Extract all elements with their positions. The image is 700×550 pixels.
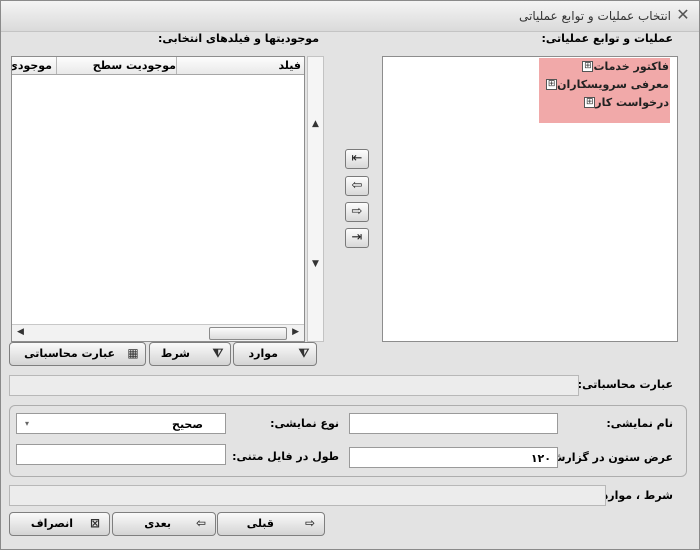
- window-title: انتخاب عملیات و توابع عملیاتی: [519, 9, 671, 23]
- cancel-icon: ⊠: [89, 516, 101, 530]
- text-file-length-input[interactable]: [16, 444, 226, 465]
- calculator-icon: ▦: [127, 346, 139, 360]
- arrow-left-icon: ⇦: [195, 516, 207, 530]
- tree-item-label: درخواست کار: [595, 95, 669, 109]
- expand-icon[interactable]: ⊞: [582, 60, 594, 72]
- condition-button[interactable]: ⧩ شرط: [149, 342, 231, 366]
- tree-item[interactable]: ⊞ فاکتور خدمات: [579, 58, 669, 74]
- condition-items-label: شرط ، موارد:: [598, 489, 673, 502]
- display-type-value: صحیح: [172, 418, 203, 431]
- filter-icon: ⧩: [212, 346, 224, 360]
- horizontal-scrollbar[interactable]: ◀ ▶: [12, 324, 304, 341]
- display-type-select[interactable]: ▾ صحیح: [16, 413, 226, 434]
- tree-item[interactable]: ⊞ معرفی سرویسکاران: [543, 76, 669, 92]
- filter-icon: ⧩: [298, 346, 310, 360]
- display-type-label: نوع نمایشی:: [270, 417, 339, 430]
- display-name-input[interactable]: [349, 413, 558, 434]
- column-header-stock[interactable]: موجودی: [12, 57, 56, 74]
- grid-header: فیلد موجودیت سطح موجودی: [12, 57, 304, 75]
- expand-icon[interactable]: ⊞: [546, 78, 558, 90]
- cancel-button-label: انصراف: [30, 517, 73, 530]
- scroll-left-icon[interactable]: ◀: [17, 327, 24, 337]
- remove-all-button[interactable]: ⇥: [345, 228, 369, 248]
- items-button[interactable]: ⧩ موارد: [233, 342, 317, 366]
- next-button[interactable]: ⇦ بعدی: [112, 512, 216, 536]
- text-file-length-label: طول در فایل متنی:: [232, 450, 339, 463]
- display-name-label: نام نمایشی:: [606, 417, 673, 430]
- column-header-field[interactable]: فیلد: [176, 57, 305, 74]
- previous-button-label: قبلی: [246, 517, 274, 530]
- next-button-label: بعدی: [144, 517, 171, 530]
- tree-item[interactable]: ⊞ درخواست کار: [581, 94, 669, 110]
- vertical-scrollbar[interactable]: ▲ ▼: [307, 56, 324, 342]
- condition-button-label: شرط: [160, 347, 190, 360]
- operations-panel-label: عملیات و توابع عملیاتی:: [541, 32, 673, 45]
- add-all-button[interactable]: ⇤: [345, 149, 369, 169]
- calc-button-label: عبارت محاسباتی: [24, 347, 115, 360]
- selected-fields-grid[interactable]: فیلد موجودیت سطح موجودی ◀ ▶: [11, 56, 305, 342]
- dialog-window: انتخاب عملیات و توابع عملیاتی ✕ عملیات و…: [0, 0, 700, 550]
- scroll-right-icon[interactable]: ▶: [292, 327, 299, 337]
- column-width-input[interactable]: ۱۲۰: [349, 447, 558, 468]
- tree-item-label: فاکتور خدمات: [593, 59, 669, 73]
- remove-button[interactable]: ⇨: [345, 202, 369, 222]
- scroll-up-icon[interactable]: ▲: [312, 119, 319, 129]
- operations-tree[interactable]: ⊞ فاکتور خدمات ⊞ معرفی سرویسکاران ⊞ درخو…: [382, 56, 678, 342]
- items-button-label: موارد: [248, 347, 278, 360]
- previous-button[interactable]: ⇨ قبلی: [217, 512, 325, 536]
- title-bar: انتخاب عملیات و توابع عملیاتی ✕: [1, 1, 699, 32]
- selected-panel-label: موجودیتها و فیلدهای انتخابی:: [158, 32, 319, 45]
- tree-item-label: معرفی سرویسکاران: [557, 77, 669, 91]
- column-header-entity-level[interactable]: موجودیت سطح: [56, 57, 180, 74]
- calc-expression-field[interactable]: [9, 375, 579, 396]
- chevron-down-icon[interactable]: ▾: [25, 419, 29, 428]
- scroll-thumb[interactable]: [209, 327, 287, 340]
- calc-expression-button[interactable]: ▦ عبارت محاسباتی: [9, 342, 146, 366]
- arrow-right-icon: ⇨: [304, 516, 316, 530]
- column-width-value: ۱۲۰: [530, 452, 551, 465]
- cancel-button[interactable]: ⊠ انصراف: [9, 512, 110, 536]
- condition-items-field[interactable]: [9, 485, 606, 506]
- expand-icon[interactable]: ⊞: [584, 96, 596, 108]
- column-width-label: عرض ستون در گزارش:: [545, 451, 673, 464]
- scroll-down-icon[interactable]: ▼: [312, 259, 319, 269]
- add-button[interactable]: ⇦: [345, 176, 369, 196]
- close-icon[interactable]: ✕: [675, 7, 691, 23]
- calc-expression-label: عبارت محاسباتی:: [577, 378, 673, 391]
